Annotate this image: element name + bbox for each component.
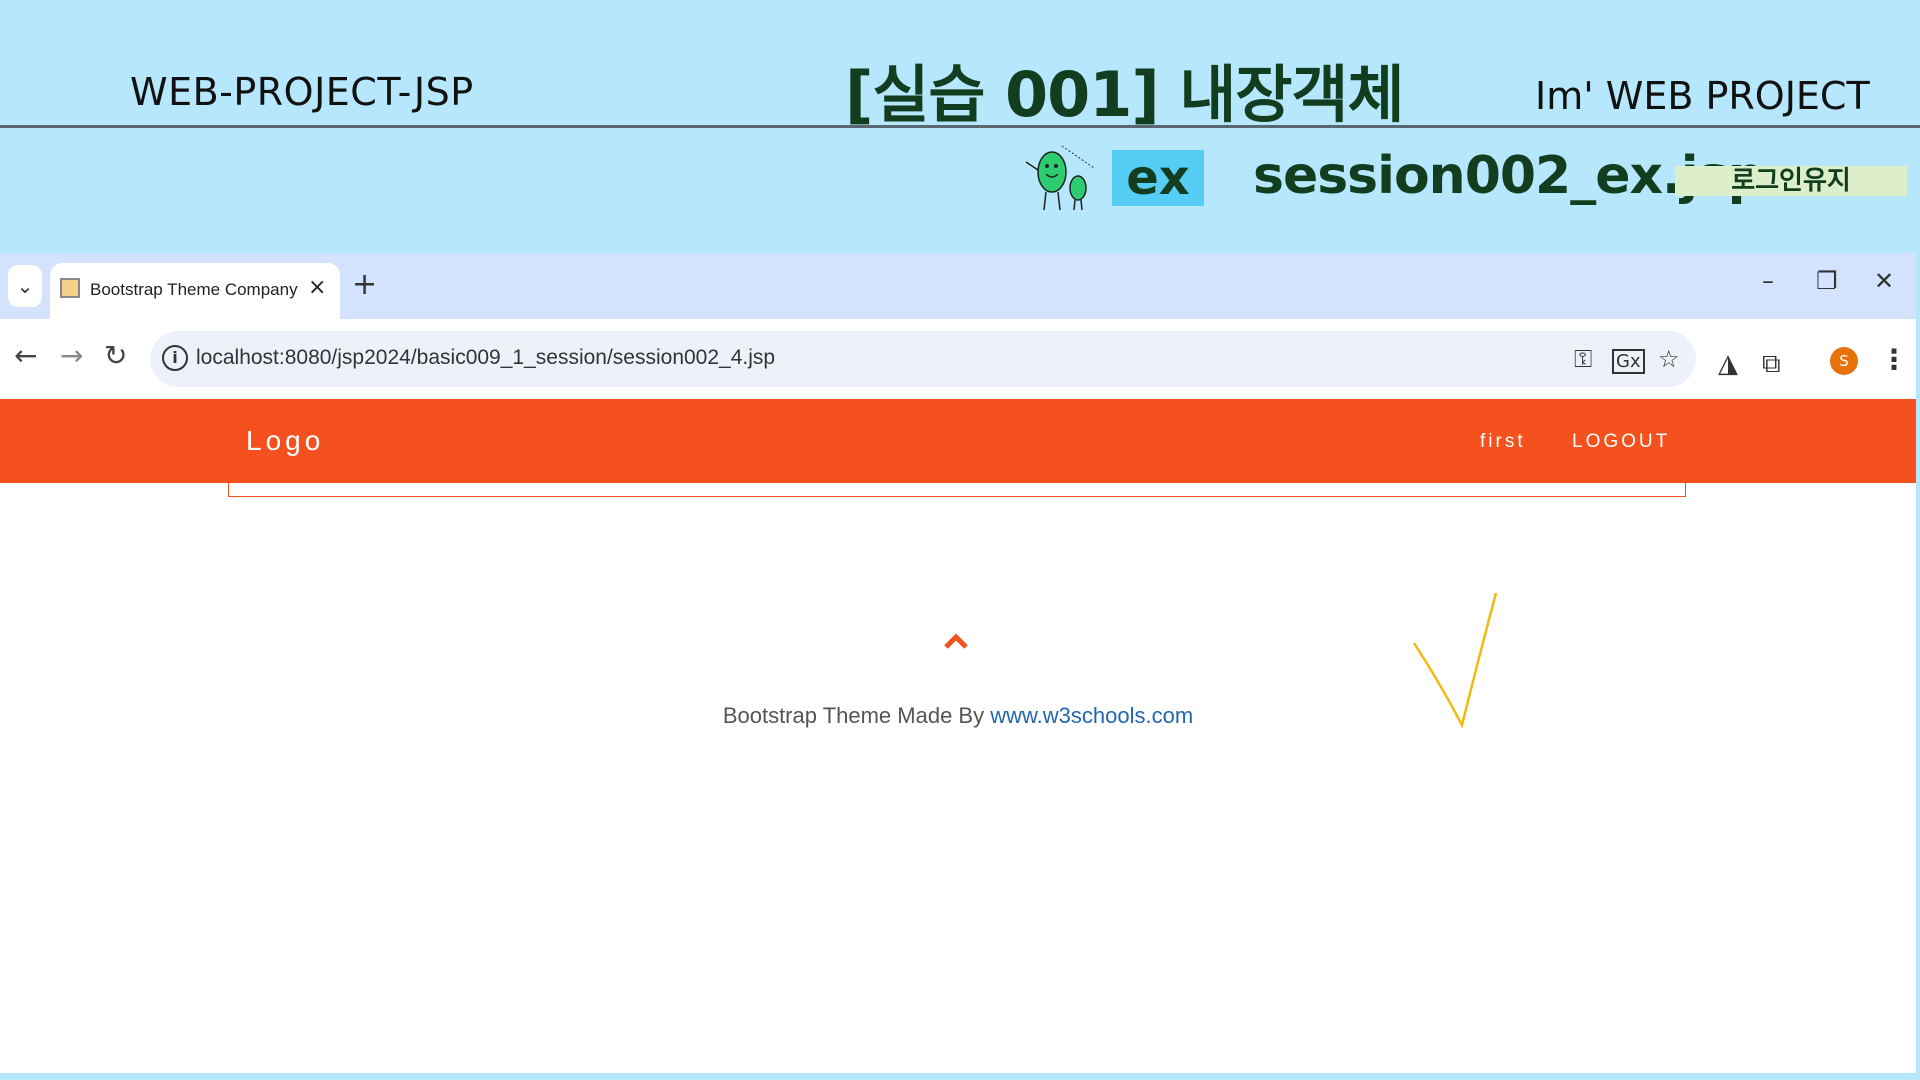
nav-link-logout[interactable]: LOGOUT bbox=[1572, 431, 1670, 453]
tab-strip: ⌄ Bootstrap Theme Company Pa × + – ❐ ✕ bbox=[0, 253, 1916, 319]
reload-icon[interactable]: ↻ bbox=[104, 339, 127, 372]
forward-icon[interactable]: → bbox=[60, 339, 83, 372]
address-bar[interactable]: i localhost:8080/jsp2024/basic009_1_sess… bbox=[150, 331, 1696, 387]
footer-link[interactable]: www.w3schools.com bbox=[990, 703, 1193, 728]
url-text[interactable]: localhost:8080/jsp2024/basic009_1_sessio… bbox=[196, 346, 775, 370]
new-tab-button[interactable]: + bbox=[352, 267, 377, 302]
browser-window: ⌄ Bootstrap Theme Company Pa × + – ❐ ✕ ←… bbox=[0, 253, 1916, 1073]
menu-icon[interactable]: ⋮ bbox=[1880, 343, 1908, 376]
extensions-puzzle-icon[interactable]: ⧉ bbox=[1762, 349, 1781, 380]
topic-tag: 로그인유지 bbox=[1675, 166, 1907, 196]
close-window-button[interactable]: ✕ bbox=[1874, 267, 1894, 295]
restore-button[interactable]: ❐ bbox=[1816, 267, 1838, 295]
minimize-button[interactable]: – bbox=[1762, 267, 1774, 295]
password-key-icon[interactable]: ⚿ bbox=[1574, 345, 1592, 373]
translate-icon[interactable]: Gx bbox=[1612, 349, 1645, 374]
ex-label: ex bbox=[1112, 150, 1204, 206]
site-logo[interactable]: Logo bbox=[246, 425, 324, 457]
browser-toolbar: ← → ↻ i localhost:8080/jsp2024/basic009_… bbox=[0, 319, 1916, 399]
scroll-to-top-icon[interactable] bbox=[944, 631, 968, 651]
back-icon[interactable]: ← bbox=[14, 339, 37, 372]
slide-left-title: WEB-PROJECT-JSP bbox=[130, 70, 474, 114]
content-container bbox=[228, 483, 1686, 497]
tab-title: Bootstrap Theme Company Pa bbox=[90, 280, 300, 299]
slide-right-title: Im' WEB PROJECT bbox=[1535, 74, 1870, 118]
nav-link-first[interactable]: first bbox=[1480, 431, 1526, 453]
slide-center-title: [실습 001] 내장객체 bbox=[845, 58, 1405, 131]
footer-text: Bootstrap Theme Made By bbox=[722, 703, 991, 728]
site-info-icon[interactable]: i bbox=[162, 345, 188, 371]
mascot-illustration bbox=[1025, 145, 1095, 211]
site-navbar: Logo first LOGOUT bbox=[0, 399, 1916, 483]
footer: Bootstrap Theme Made By www.w3schools.co… bbox=[0, 703, 1916, 729]
tab-search-button[interactable]: ⌄ bbox=[8, 265, 42, 307]
profile-avatar[interactable]: S bbox=[1830, 347, 1858, 375]
extension-icon[interactable]: ◮ bbox=[1718, 349, 1738, 379]
tab-close-icon[interactable]: × bbox=[308, 275, 326, 300]
bookmark-star-icon[interactable]: ☆ bbox=[1658, 345, 1680, 373]
page-favicon-icon bbox=[60, 278, 80, 298]
checkmark-annotation bbox=[1412, 593, 1498, 729]
slide-divider bbox=[0, 125, 1920, 128]
active-tab[interactable]: Bootstrap Theme Company Pa × bbox=[50, 263, 340, 319]
